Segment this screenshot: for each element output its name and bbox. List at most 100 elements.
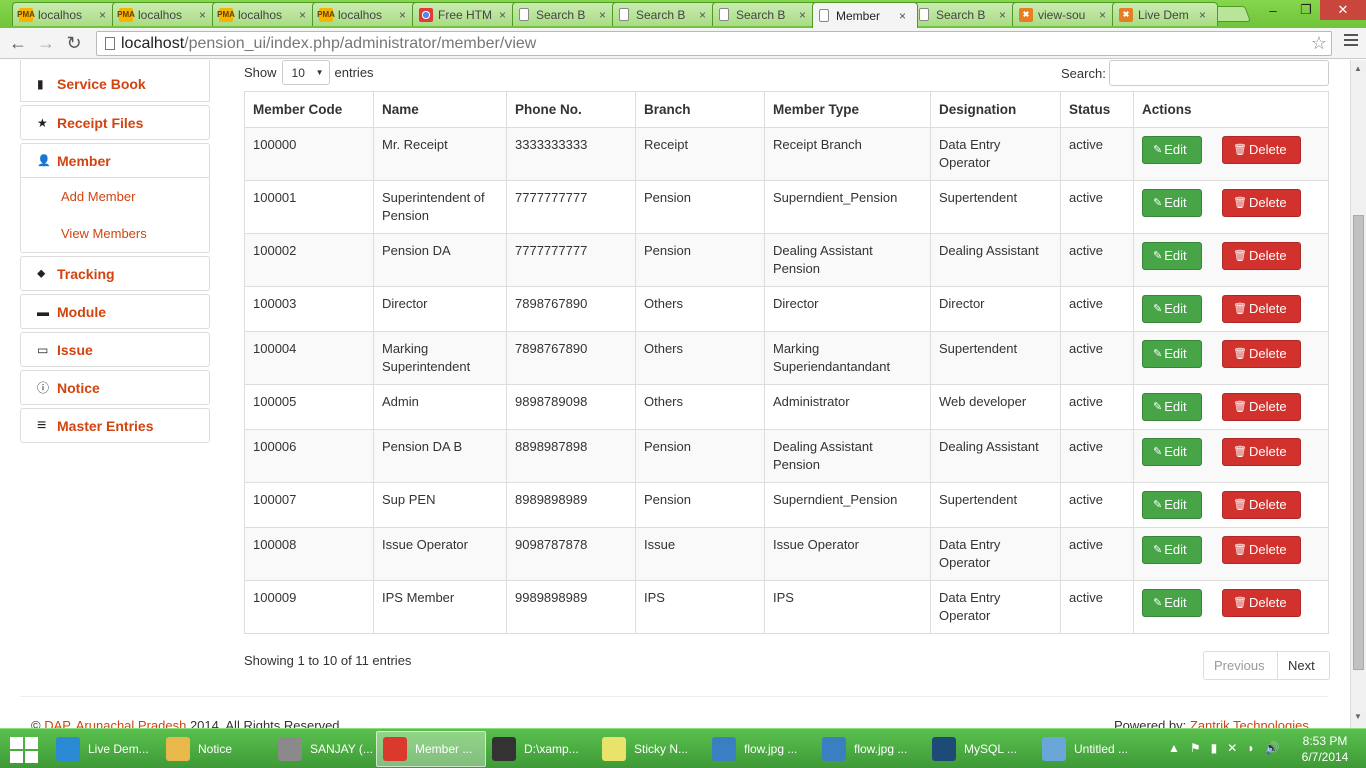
browser-tab[interactable]: Member ×: [812, 2, 918, 28]
delete-button[interactable]: 🗑 Delete: [1222, 242, 1301, 270]
taskbar-button[interactable]: Live Dem...: [50, 731, 160, 767]
url-text[interactable]: localhost/pension_ui/index.php/administr…: [121, 35, 536, 53]
delete-button[interactable]: 🗑 Delete: [1222, 536, 1301, 564]
tab-close-icon[interactable]: ×: [599, 8, 611, 22]
show-hidden-icons-icon[interactable]: ▲: [1168, 741, 1180, 755]
edit-button[interactable]: ✎ Edit: [1142, 491, 1202, 519]
bookmark-star-icon[interactable]: ☆: [1311, 33, 1327, 54]
taskbar-button[interactable]: MySQL ...: [926, 731, 1036, 767]
delete-button[interactable]: 🗑 Delete: [1222, 491, 1301, 519]
back-button[interactable]: ←: [6, 32, 30, 54]
page-length-select[interactable]: 10 ▼: [281, 60, 330, 85]
browser-tab[interactable]: Search B ×: [612, 2, 718, 26]
power-icon[interactable]: ◗: [1247, 741, 1254, 755]
scroll-down-icon[interactable]: ▼: [1354, 712, 1362, 721]
edit-button[interactable]: ✎ Edit: [1142, 438, 1202, 466]
tab-close-icon[interactable]: ×: [299, 8, 311, 22]
tab-close-icon[interactable]: ×: [499, 8, 511, 22]
sidebar-subitem-add-member[interactable]: Add Member: [21, 178, 209, 215]
device-icon[interactable]: ▮: [1211, 741, 1218, 755]
sidebar-item-member[interactable]: 👤 Member: [20, 143, 210, 178]
start-button[interactable]: [8, 734, 40, 764]
taskbar-button[interactable]: flow.jpg ...: [706, 731, 816, 767]
taskbar-button[interactable]: Untitled ...: [1036, 731, 1142, 767]
chrome-menu-icon[interactable]: [1344, 34, 1358, 49]
network-icon[interactable]: ✕: [1227, 741, 1237, 755]
vendor-link[interactable]: Zantrik Technologies: [1190, 718, 1309, 728]
browser-tab[interactable]: PMA localhos ×: [212, 2, 318, 26]
browser-tab[interactable]: Search B ×: [512, 2, 618, 26]
reload-button[interactable]: ↻: [62, 32, 86, 54]
edit-button[interactable]: ✎ Edit: [1142, 295, 1202, 323]
browser-tab[interactable]: Search B ×: [712, 2, 818, 26]
tab-close-icon[interactable]: ×: [1099, 8, 1111, 22]
sidebar-item-service-book[interactable]: ▮ Service Book: [20, 60, 210, 102]
scrollbar-thumb[interactable]: [1353, 215, 1364, 670]
delete-button[interactable]: 🗑 Delete: [1222, 438, 1301, 466]
column-header-status[interactable]: Status: [1060, 91, 1134, 128]
browser-tab[interactable]: Free HTM ×: [412, 2, 518, 26]
delete-button[interactable]: 🗑 Delete: [1222, 393, 1301, 421]
tab-close-icon[interactable]: ×: [1199, 8, 1211, 22]
edit-button[interactable]: ✎ Edit: [1142, 393, 1202, 421]
column-header-member-type[interactable]: Member Type: [764, 91, 931, 128]
tab-close-icon[interactable]: ×: [899, 9, 911, 23]
column-header-phone[interactable]: Phone No.: [506, 91, 636, 128]
maximize-button[interactable]: ❐: [1293, 0, 1319, 20]
tab-close-icon[interactable]: ×: [99, 8, 111, 22]
previous-page-button[interactable]: Previous: [1203, 651, 1278, 680]
search-input[interactable]: [1108, 60, 1329, 86]
column-header-branch[interactable]: Branch: [635, 91, 765, 128]
address-bar[interactable]: localhost/pension_ui/index.php/administr…: [96, 31, 1332, 56]
tab-close-icon[interactable]: ×: [699, 8, 711, 22]
volume-icon[interactable]: 🔊: [1265, 741, 1280, 755]
pencil-icon: ✎: [1153, 197, 1163, 209]
edit-button[interactable]: ✎ Edit: [1142, 189, 1202, 217]
browser-tab[interactable]: ✖ view-sou ×: [1012, 2, 1118, 26]
forward-button[interactable]: →: [34, 32, 58, 54]
column-header-name[interactable]: Name: [373, 91, 507, 128]
edit-button[interactable]: ✎ Edit: [1142, 589, 1202, 617]
browser-tab[interactable]: PMA localhos ×: [312, 2, 418, 26]
delete-button[interactable]: 🗑 Delete: [1222, 340, 1301, 368]
column-header-designation[interactable]: Designation: [930, 91, 1061, 128]
sidebar-item-issue[interactable]: ▭ Issue: [20, 332, 210, 367]
edit-button[interactable]: ✎ Edit: [1142, 536, 1202, 564]
taskbar-button[interactable]: D:\xamp...: [486, 731, 596, 767]
scroll-up-icon[interactable]: ▲: [1354, 64, 1362, 73]
minimize-button[interactable]: –: [1253, 0, 1293, 20]
taskbar-button[interactable]: SANJAY (...: [272, 731, 376, 767]
edit-button[interactable]: ✎ Edit: [1142, 340, 1202, 368]
taskbar-button[interactable]: flow.jpg ...: [816, 731, 926, 767]
edit-button[interactable]: ✎ Edit: [1142, 136, 1202, 164]
sidebar-item-tracking[interactable]: ⬥ Tracking: [20, 256, 210, 291]
tab-close-icon[interactable]: ×: [999, 8, 1011, 22]
taskbar-button[interactable]: Notice: [160, 731, 272, 767]
vertical-scrollbar[interactable]: ▲ ▼: [1350, 60, 1366, 728]
sidebar-item-master-entries[interactable]: ≡ Master Entries: [20, 408, 210, 443]
browser-tab[interactable]: ✖ Live Dem ×: [1112, 2, 1218, 26]
taskbar-button[interactable]: Sticky N...: [596, 731, 706, 767]
tab-close-icon[interactable]: ×: [199, 8, 211, 22]
sidebar-item-module[interactable]: ▬ Module: [20, 294, 210, 329]
browser-tab[interactable]: Search B ×: [912, 2, 1018, 26]
delete-button[interactable]: 🗑 Delete: [1222, 295, 1301, 323]
delete-button[interactable]: 🗑 Delete: [1222, 189, 1301, 217]
sidebar-subitem-view-members[interactable]: View Members: [21, 215, 209, 252]
browser-tab[interactable]: PMA localhos ×: [112, 2, 218, 26]
taskbar-clock[interactable]: 8:53 PM 6/7/2014: [1290, 733, 1360, 765]
org-link[interactable]: DAP, Arunachal Pradesh: [44, 718, 186, 728]
tab-close-icon[interactable]: ×: [799, 8, 811, 22]
next-page-button[interactable]: Next: [1278, 651, 1330, 680]
column-header-member-code[interactable]: Member Code: [244, 91, 374, 128]
delete-button[interactable]: 🗑 Delete: [1222, 136, 1301, 164]
action-center-icon[interactable]: ⚑: [1190, 741, 1201, 755]
window-close-button[interactable]: ✕: [1320, 0, 1366, 20]
delete-button[interactable]: 🗑 Delete: [1222, 589, 1301, 617]
tab-close-icon[interactable]: ×: [399, 8, 411, 22]
browser-tab[interactable]: PMA localhos ×: [12, 2, 118, 26]
taskbar-button[interactable]: Member ...: [376, 731, 486, 767]
sidebar-item-receipt-files[interactable]: ★ Receipt Files: [20, 105, 210, 140]
edit-button[interactable]: ✎ Edit: [1142, 242, 1202, 270]
sidebar-item-notice[interactable]: ⓘ Notice: [20, 370, 210, 405]
